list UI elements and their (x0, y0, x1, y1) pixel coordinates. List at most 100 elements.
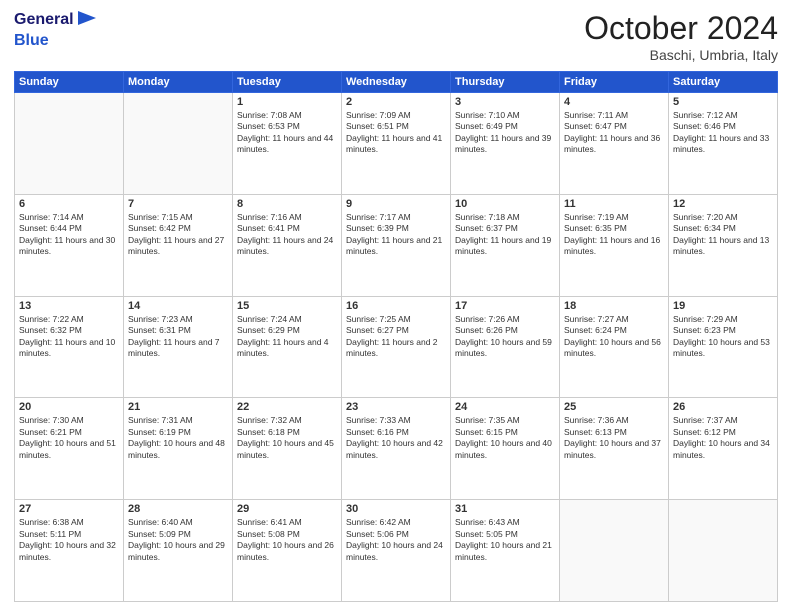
day-detail: Sunrise: 7:36 AMSunset: 6:13 PMDaylight:… (564, 415, 664, 461)
day-detail: Sunrise: 7:11 AMSunset: 6:47 PMDaylight:… (564, 110, 664, 156)
week-row-5: 27 Sunrise: 6:38 AMSunset: 5:11 PMDayligh… (15, 500, 778, 602)
day-number: 24 (455, 401, 555, 413)
calendar-cell: 16Sunrise: 7:25 AMSunset: 6:27 PMDayligh… (342, 296, 451, 398)
weekday-header-wednesday: Wednesday (342, 72, 451, 93)
day-number: 3 (455, 96, 555, 108)
day-number: 17 (455, 300, 555, 312)
weekday-header-tuesday: Tuesday (233, 72, 342, 93)
day-number: 9 (346, 198, 446, 210)
day-detail: Sunrise: 6:38 AMSunset: 5:11 PMDaylight:… (19, 517, 119, 563)
day-number: 7 (128, 198, 228, 210)
calendar-cell: 29 Sunrise: 6:41 AMSunset: 5:08 PMDayligh… (233, 500, 342, 602)
day-detail: Sunrise: 7:23 AMSunset: 6:31 PMDaylight:… (128, 314, 228, 360)
calendar-cell: 7 Sunrise: 7:15 AMSunset: 6:42 PMDaylight… (124, 194, 233, 296)
day-detail: Sunrise: 7:16 AMSunset: 6:41 PMDaylight:… (237, 212, 337, 258)
day-detail: Sunrise: 7:29 AMSunset: 6:23 PMDaylight:… (673, 314, 773, 360)
calendar-cell: 4 Sunrise: 7:11 AMSunset: 6:47 PMDaylight… (560, 93, 669, 195)
day-detail: Sunrise: 7:15 AMSunset: 6:42 PMDaylight:… (128, 212, 228, 258)
logo-icon (78, 11, 96, 25)
weekday-header-sunday: Sunday (15, 72, 124, 93)
calendar-cell: 15Sunrise: 7:24 AMSunset: 6:29 PMDayligh… (233, 296, 342, 398)
calendar-cell (124, 93, 233, 195)
calendar-cell: 17 Sunrise: 7:26 AMSunset: 6:26 PMDayligh… (451, 296, 560, 398)
calendar-cell: 9 Sunrise: 7:17 AMSunset: 6:39 PMDaylight… (342, 194, 451, 296)
day-detail: Sunrise: 6:43 AMSunset: 5:05 PMDaylight:… (455, 517, 555, 563)
day-number: 27 (19, 503, 119, 515)
day-detail: Sunrise: 6:42 AMSunset: 5:06 PMDaylight:… (346, 517, 446, 563)
calendar-cell: 3Sunrise: 7:10 AMSunset: 6:49 PMDaylight… (451, 93, 560, 195)
day-detail: Sunrise: 7:09 AMSunset: 6:51 PMDaylight:… (346, 110, 446, 156)
day-number: 19 (673, 300, 773, 312)
logo-general: General (14, 11, 74, 29)
calendar-cell: 31 Sunrise: 6:43 AMSunset: 5:05 PMDayligh… (451, 500, 560, 602)
day-detail: Sunrise: 7:17 AMSunset: 6:39 PMDaylight:… (346, 212, 446, 258)
day-number: 12 (673, 198, 773, 210)
day-detail: Sunrise: 7:14 AMSunset: 6:44 PMDaylight:… (19, 212, 119, 258)
calendar-cell (15, 93, 124, 195)
day-detail: Sunrise: 7:37 AMSunset: 6:12 PMDaylight:… (673, 415, 773, 461)
day-number: 30 (346, 503, 446, 515)
day-number: 13 (19, 300, 119, 312)
calendar-cell: 28 Sunrise: 6:40 AMSunset: 5:09 PMDayligh… (124, 500, 233, 602)
calendar-cell: 14 Sunrise: 7:23 AMSunset: 6:31 PMDayligh… (124, 296, 233, 398)
day-detail: Sunrise: 6:41 AMSunset: 5:08 PMDaylight:… (237, 517, 337, 563)
day-number: 29 (237, 503, 337, 515)
title-block: October 2024 Baschi, Umbria, Italy (584, 10, 778, 63)
location: Baschi, Umbria, Italy (584, 47, 778, 63)
logo-blue: Blue (14, 32, 49, 49)
weekday-header-thursday: Thursday (451, 72, 560, 93)
day-number: 18 (564, 300, 664, 312)
calendar-cell: 12 Sunrise: 7:20 AMSunset: 6:34 PMDayligh… (669, 194, 778, 296)
weekday-header-saturday: Saturday (669, 72, 778, 93)
day-detail: Sunrise: 7:18 AMSunset: 6:37 PMDaylight:… (455, 212, 555, 258)
calendar-cell: 13 Sunrise: 7:22 AMSunset: 6:32 PMDayligh… (15, 296, 124, 398)
day-number: 1 (237, 96, 337, 108)
day-number: 2 (346, 96, 446, 108)
week-row-3: 13 Sunrise: 7:22 AMSunset: 6:32 PMDayligh… (15, 296, 778, 398)
day-number: 11 (564, 198, 664, 210)
day-number: 25 (564, 401, 664, 413)
day-number: 23 (346, 401, 446, 413)
day-detail: Sunrise: 7:33 AMSunset: 6:16 PMDaylight:… (346, 415, 446, 461)
day-detail: Sunrise: 7:20 AMSunset: 6:34 PMDaylight:… (673, 212, 773, 258)
day-detail: Sunrise: 7:25 AMSunset: 6:27 PMDaylight:… (346, 314, 446, 360)
calendar-cell: 21Sunrise: 7:31 AMSunset: 6:19 PMDayligh… (124, 398, 233, 500)
weekday-header-friday: Friday (560, 72, 669, 93)
day-number: 6 (19, 198, 119, 210)
day-number: 15 (237, 300, 337, 312)
day-detail: Sunrise: 7:08 AMSunset: 6:53 PMDaylight:… (237, 110, 337, 156)
day-detail: Sunrise: 7:27 AMSunset: 6:24 PMDaylight:… (564, 314, 664, 360)
day-number: 31 (455, 503, 555, 515)
calendar-cell: 30 Sunrise: 6:42 AMSunset: 5:06 PMDayligh… (342, 500, 451, 602)
day-detail: Sunrise: 7:26 AMSunset: 6:26 PMDaylight:… (455, 314, 555, 360)
week-row-2: 6 Sunrise: 7:14 AMSunset: 6:44 PMDaylight… (15, 194, 778, 296)
calendar-cell: 23 Sunrise: 7:33 AMSunset: 6:16 PMDayligh… (342, 398, 451, 500)
calendar-cell: 8Sunrise: 7:16 AMSunset: 6:41 PMDaylight… (233, 194, 342, 296)
calendar-cell: 18 Sunrise: 7:27 AMSunset: 6:24 PMDayligh… (560, 296, 669, 398)
calendar: SundayMondayTuesdayWednesdayThursdayFrid… (14, 71, 778, 602)
day-detail: Sunrise: 7:19 AMSunset: 6:35 PMDaylight:… (564, 212, 664, 258)
calendar-cell: 22 Sunrise: 7:32 AMSunset: 6:18 PMDayligh… (233, 398, 342, 500)
day-detail: Sunrise: 7:32 AMSunset: 6:18 PMDaylight:… (237, 415, 337, 461)
day-number: 20 (19, 401, 119, 413)
day-number: 26 (673, 401, 773, 413)
day-number: 10 (455, 198, 555, 210)
day-number: 4 (564, 96, 664, 108)
week-row-4: 20Sunrise: 7:30 AMSunset: 6:21 PMDayligh… (15, 398, 778, 500)
day-detail: Sunrise: 7:31 AMSunset: 6:19 PMDaylight:… (128, 415, 228, 461)
day-detail: Sunrise: 6:40 AMSunset: 5:09 PMDaylight:… (128, 517, 228, 563)
day-detail: Sunrise: 7:12 AMSunset: 6:46 PMDaylight:… (673, 110, 773, 156)
week-row-1: 1 Sunrise: 7:08 AMSunset: 6:53 PMDaylight… (15, 93, 778, 195)
day-detail: Sunrise: 7:35 AMSunset: 6:15 PMDaylight:… (455, 415, 555, 461)
calendar-cell: 10 Sunrise: 7:18 AMSunset: 6:37 PMDayligh… (451, 194, 560, 296)
calendar-cell: 1 Sunrise: 7:08 AMSunset: 6:53 PMDaylight… (233, 93, 342, 195)
weekday-header-row: SundayMondayTuesdayWednesdayThursdayFrid… (15, 72, 778, 93)
day-number: 22 (237, 401, 337, 413)
calendar-cell (560, 500, 669, 602)
logo: General Blue (14, 10, 96, 50)
day-number: 28 (128, 503, 228, 515)
day-detail: Sunrise: 7:22 AMSunset: 6:32 PMDaylight:… (19, 314, 119, 360)
day-number: 14 (128, 300, 228, 312)
calendar-cell: 26 Sunrise: 7:37 AMSunset: 6:12 PMDayligh… (669, 398, 778, 500)
calendar-cell: 6 Sunrise: 7:14 AMSunset: 6:44 PMDaylight… (15, 194, 124, 296)
